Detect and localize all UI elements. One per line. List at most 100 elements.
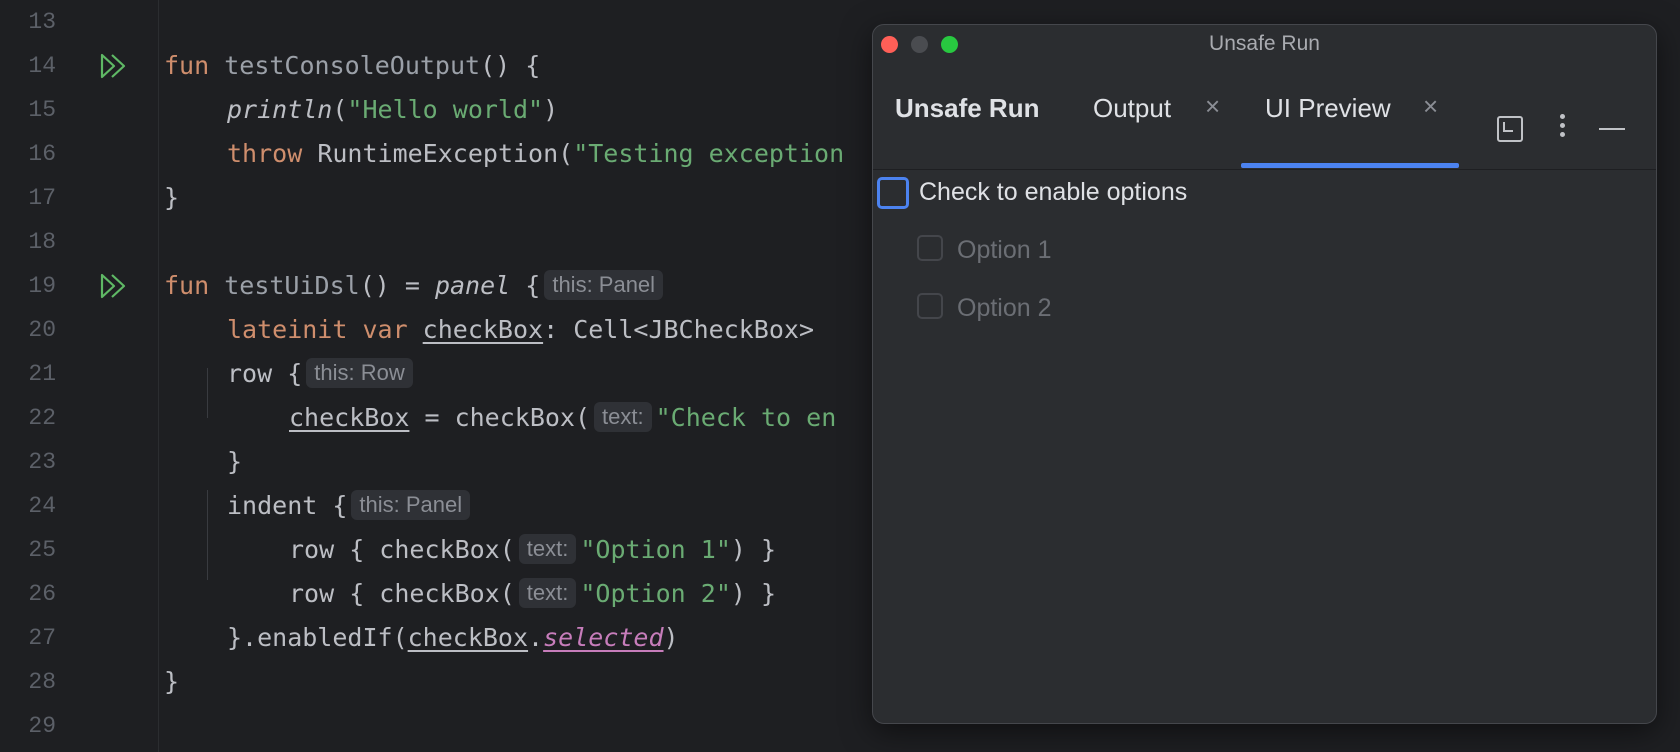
code-text: lateinit var checkBox: Cell<JBCheckBox> <box>227 308 814 352</box>
checkbox-row: Option 1 <box>873 228 1656 268</box>
line-number: 18 <box>28 229 56 255</box>
variable: checkBox <box>289 403 410 432</box>
tab-output[interactable]: Output × <box>1093 63 1243 169</box>
code-text: fun testConsoleOutput() { <box>164 44 540 88</box>
option-2-label: Option 2 <box>957 294 1052 322</box>
line-number: 13 <box>28 9 56 35</box>
selected-tab-indicator <box>1241 163 1459 168</box>
tool-window-name: Unsafe Run <box>895 93 1040 123</box>
code-token: row { checkBox( <box>289 535 515 564</box>
code-text: indent {this: Panel <box>227 484 474 528</box>
option-2-checkbox <box>917 293 943 319</box>
code-text: row { checkBox(text: "Option 2") } <box>289 572 776 616</box>
code-token: ) <box>663 623 679 652</box>
line-number: 21 <box>28 361 56 387</box>
code-text: row {this: Row <box>227 352 417 396</box>
option-1-checkbox <box>917 235 943 261</box>
code-text: row { checkBox(text: "Option 1") } <box>289 528 776 572</box>
tab-ui-preview-label: UI Preview <box>1265 93 1391 123</box>
run-test-icon[interactable] <box>100 273 128 299</box>
code-token: row { <box>227 359 303 388</box>
line-number: 17 <box>28 185 56 211</box>
code-token: ) } <box>730 535 777 564</box>
string-literal: "Check to en <box>655 403 837 432</box>
window-title: Unsafe Run <box>1209 32 1320 55</box>
ui-preview-panel: Check to enable options Option 1 Option … <box>873 170 1656 723</box>
inlay-hint: text: <box>518 578 577 608</box>
code-text: throw RuntimeException("Testing exceptio… <box>227 132 844 176</box>
enable-options-checkbox[interactable] <box>877 177 909 209</box>
run-test-icon[interactable] <box>100 53 128 79</box>
checkbox-row: Option 2 <box>873 286 1656 326</box>
line-number: 27 <box>28 625 56 651</box>
line-number: 19 <box>28 273 56 299</box>
code-text: println("Hello world") <box>227 88 558 132</box>
code-text: } <box>164 176 179 220</box>
code-token: indent { <box>227 491 348 520</box>
checkbox-row[interactable]: Check to enable options <box>873 170 1656 210</box>
line-number: 15 <box>28 97 56 123</box>
keyword: throw <box>227 139 303 168</box>
code-text: }.enabledIf(checkBox.selected) <box>227 616 679 660</box>
keyword: fun <box>164 271 210 300</box>
inlay-hint: text: <box>594 402 652 432</box>
code-token: ) <box>543 95 559 124</box>
close-tab-ui-preview-icon[interactable]: × <box>1423 91 1438 122</box>
code-text: fun testUiDsl() = panel {this: Panel <box>164 264 667 308</box>
variable: checkBox <box>422 315 544 344</box>
minimize-icon[interactable] <box>1599 128 1625 130</box>
line-number: 28 <box>28 669 56 695</box>
variable: checkBox <box>407 623 529 652</box>
tab-output-label: Output <box>1093 93 1172 123</box>
code-token: RuntimeException( <box>317 139 574 168</box>
code-text: } <box>227 440 242 484</box>
function-call: panel <box>434 271 511 300</box>
line-number: 14 <box>28 53 56 79</box>
line-number: 24 <box>28 493 56 519</box>
line-number: 16 <box>28 141 56 167</box>
code-text: } <box>164 660 179 704</box>
code-token: } <box>227 447 243 476</box>
tab-ui-preview[interactable]: UI Preview × <box>1241 63 1461 169</box>
unsafe-run-tool-window[interactable]: Unsafe Run Unsafe Run Output × UI Previe… <box>872 24 1657 724</box>
code-token: : Cell<JBCheckBox> <box>543 315 815 344</box>
enable-options-label[interactable]: Check to enable options <box>919 178 1187 207</box>
inlay-hint: text: <box>518 534 577 564</box>
code-token: ( <box>332 95 348 124</box>
code-token: row { checkBox( <box>289 579 515 608</box>
line-number: 26 <box>28 581 56 607</box>
line-number: 20 <box>28 317 56 343</box>
function-name: testConsoleOutput <box>224 51 481 80</box>
inlay-hint: this: Panel <box>544 270 664 300</box>
code-token: () { <box>480 51 541 80</box>
string-literal: "Testing exception <box>573 139 845 168</box>
line-number: 25 <box>28 537 56 563</box>
code-text: checkBox = checkBox(text: "Check to en <box>289 396 836 440</box>
code-token: } <box>164 183 180 212</box>
code-token: = checkBox( <box>409 403 591 432</box>
line-number: 23 <box>28 449 56 475</box>
tab-bar: Unsafe Run Output × UI Preview × <box>873 63 1656 170</box>
inlay-hint: this: Row <box>306 358 413 388</box>
code-token: () = <box>359 271 435 300</box>
keyword: fun <box>164 51 210 80</box>
code-token: } <box>164 667 180 696</box>
function-call: println <box>227 95 333 124</box>
line-number: 29 <box>28 713 56 739</box>
more-vertical-icon[interactable] <box>1559 111 1567 143</box>
string-literal: "Option 2" <box>580 579 731 608</box>
option-1-label: Option 1 <box>957 236 1052 264</box>
string-literal: "Hello world" <box>347 95 544 124</box>
function-name: testUiDsl <box>224 271 360 300</box>
code-token: . <box>528 623 544 652</box>
inlay-hint: this: Panel <box>351 490 471 520</box>
window-titlebar[interactable]: Unsafe Run <box>873 25 1656 63</box>
close-tab-output-icon[interactable]: × <box>1205 91 1220 122</box>
code-token: ) } <box>730 579 777 608</box>
restore-icon[interactable] <box>1497 116 1523 142</box>
string-literal: "Option 1" <box>580 535 731 564</box>
line-number: 22 <box>28 405 56 431</box>
property: selected <box>543 623 664 652</box>
code-token: }.enabledIf( <box>227 623 408 652</box>
keyword: lateinit var <box>227 315 423 344</box>
